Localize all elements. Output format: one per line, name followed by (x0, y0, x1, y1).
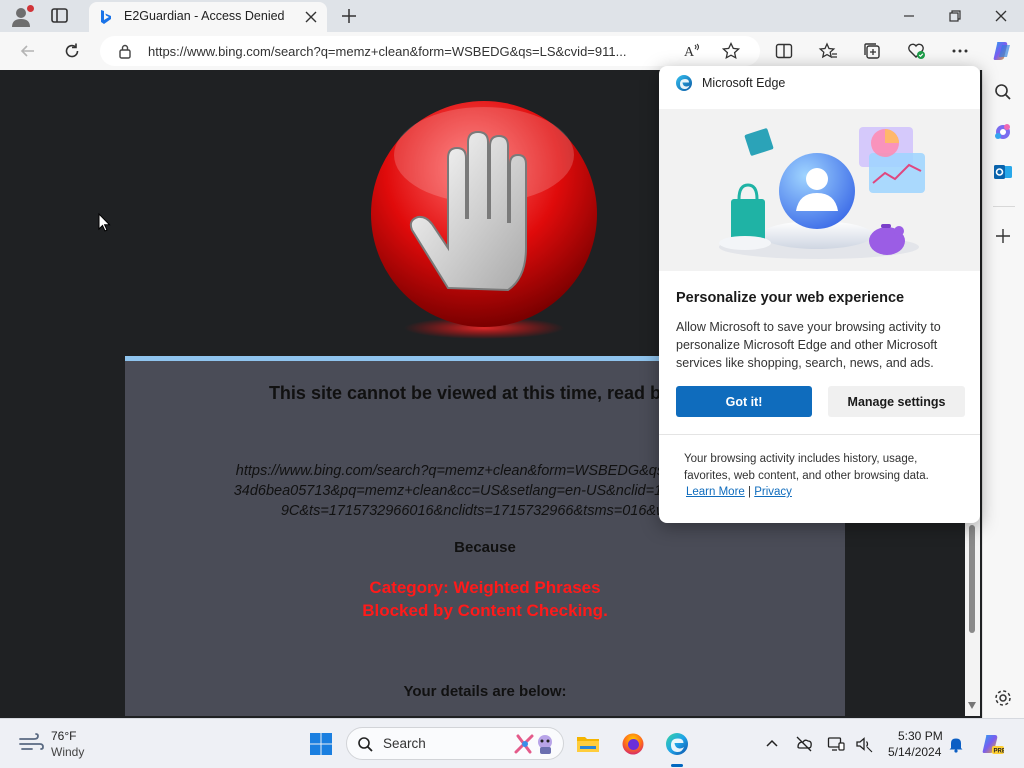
block-category: Category: Weighted Phrases (369, 578, 601, 597)
mouse-cursor (98, 212, 112, 233)
window-close-icon[interactable] (991, 6, 1011, 26)
read-aloud-icon[interactable]: A (682, 41, 702, 61)
url-text[interactable]: https://www.bing.com/search?q=memz+clean… (148, 44, 680, 59)
taskbar: 76°F Windy Search 5:30 PM 5/14/2024 PRE (0, 718, 1024, 768)
manage-settings-button[interactable]: Manage settings (828, 386, 965, 417)
refresh-icon[interactable] (62, 41, 82, 61)
edge-personalize-popup: Microsoft Edge Personalize your web expe… (659, 66, 980, 523)
favorites-icon[interactable] (818, 41, 838, 61)
scroll-down-arrow[interactable] (968, 702, 976, 709)
details-label: Your details are below: (403, 683, 567, 700)
popup-footer-text: Your browsing activity includes history,… (684, 453, 929, 482)
lock-icon[interactable] (118, 43, 132, 59)
settings-icon[interactable] (992, 687, 1014, 709)
tab-active[interactable]: E2Guardian - Access Denied (89, 2, 327, 32)
back-icon[interactable] (18, 41, 38, 61)
collections-icon[interactable] (862, 41, 882, 61)
copilot-icon[interactable] (990, 39, 1014, 63)
notification-dot (27, 5, 34, 12)
learn-more-link[interactable]: Learn More (686, 486, 745, 498)
more-icon[interactable] (950, 41, 970, 61)
personalize-illustration (659, 109, 980, 271)
because-label: Because (454, 539, 516, 556)
edge-sidebar (982, 70, 1024, 718)
display-icon[interactable] (827, 735, 845, 753)
favorite-star-icon[interactable] (721, 41, 741, 61)
weather-condition[interactable]: Windy (51, 745, 84, 759)
copilot-taskbar-icon[interactable]: PRE (980, 732, 1006, 756)
profile-icon[interactable] (10, 5, 34, 28)
close-tab-icon[interactable] (303, 9, 319, 25)
chevron-up-icon[interactable] (763, 735, 781, 753)
clock-time[interactable]: 5:30 PM (898, 729, 943, 743)
outlook-icon[interactable] (992, 161, 1014, 183)
file-explorer-icon[interactable] (576, 732, 600, 756)
bing-icon (99, 9, 113, 25)
svg-text:A: A (684, 45, 695, 60)
weather-icon[interactable] (18, 733, 44, 753)
volume-icon[interactable] (855, 735, 873, 753)
windows-start-icon[interactable] (309, 732, 333, 756)
popup-links: Learn More | Privacy (686, 486, 792, 498)
browser-toolbar: https://www.bing.com/search?q=memz+clean… (0, 32, 1024, 70)
active-app-indicator (671, 764, 683, 767)
got-it-button[interactable]: Got it! (676, 386, 812, 417)
search-icon (357, 736, 374, 753)
browser-essentials-icon[interactable] (906, 41, 926, 61)
notification-bell-icon[interactable] (947, 735, 965, 753)
search-label: Search (383, 736, 426, 751)
popup-divider (659, 434, 980, 435)
split-screen-icon[interactable] (774, 41, 794, 61)
add-icon[interactable] (992, 225, 1014, 247)
tab-actions-icon[interactable] (49, 6, 71, 26)
network-off-icon[interactable] (795, 735, 813, 753)
clock-date[interactable]: 5/14/2024 (888, 745, 941, 759)
minimize-icon[interactable] (899, 6, 919, 26)
popup-title: Personalize your web experience (676, 290, 905, 306)
search-highlight-icon (512, 732, 560, 756)
block-reason: Category: Weighted Phrases Blocked by Co… (125, 576, 845, 622)
stop-hand-icon (368, 100, 600, 340)
privacy-link[interactable]: Privacy (754, 486, 792, 498)
sidebar-divider (993, 206, 1015, 207)
svg-text:PRE: PRE (994, 749, 1005, 755)
edge-taskbar-icon[interactable] (665, 732, 689, 756)
popup-header: Microsoft Edge (702, 76, 786, 90)
restore-icon[interactable] (945, 6, 965, 26)
title-bar: E2Guardian - Access Denied (0, 0, 1024, 32)
edge-icon (675, 74, 693, 92)
new-tab-icon[interactable] (339, 6, 359, 26)
taskbar-search[interactable]: Search (346, 727, 564, 760)
popup-body: Allow Microsoft to save your browsing ac… (676, 320, 941, 370)
link-separator: | (748, 486, 752, 498)
search-icon[interactable] (992, 81, 1014, 103)
weather-temperature[interactable]: 76°F (51, 729, 76, 743)
tab-title: E2Guardian - Access Denied (124, 9, 285, 23)
address-bar[interactable]: https://www.bing.com/search?q=memz+clean… (100, 36, 760, 66)
scrollbar-thumb[interactable] (969, 525, 975, 633)
firefox-icon[interactable] (621, 732, 645, 756)
copilot-sidebar-icon[interactable] (992, 121, 1014, 143)
block-method: Blocked by Content Checking. (362, 601, 608, 620)
